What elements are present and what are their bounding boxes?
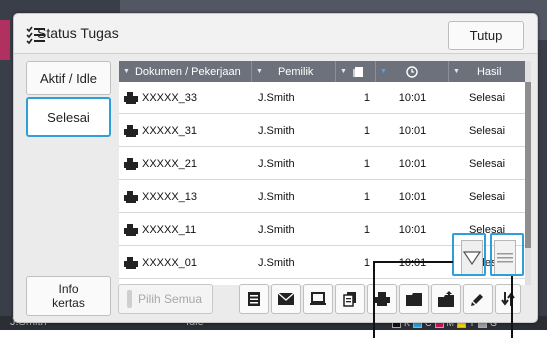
owner-cell: J.Smith [258,125,295,137]
table-header: ▼ Dokumen / Pekerjaan ▼ Pemilik ▼ ▼ ▼ Hasil [119,61,525,82]
cell-document: XXXXX_01 [119,247,252,279]
list-callout-line [511,276,513,338]
copies-cell: 1 [363,125,370,137]
sort-caret-icon: ▼ [123,68,130,75]
copies-cell: 1 [363,191,370,203]
cell-document: XXXXX_21 [119,148,252,180]
copies-cell: 1 [363,158,370,170]
result-cell: Selesai [468,92,506,104]
document-name: XXXXX_33 [142,92,198,104]
scroll-thumb[interactable] [525,82,531,248]
transfer-button[interactable] [495,284,521,314]
select-all-button[interactable]: Pilih Semua [118,284,213,314]
paper-info-button[interactable]: Info kertas [26,276,111,316]
copies-cell: 1 [363,257,370,269]
paper-info-line1: Info [58,282,79,296]
printer-job-icon [124,125,138,137]
owner-cell: J.Smith [258,92,295,104]
edit-icon [471,294,483,306]
select-all-label: Pilih Semua [138,292,203,306]
document-detail-icon [248,292,260,306]
col-document-label: Dokumen / Pekerjaan [134,65,241,78]
printer-job-icon [124,158,138,170]
time-cell: 10:01 [398,92,427,104]
cell-document: XXXXX_33 [119,82,252,114]
document-name: XXXXX_11 [142,224,197,236]
printer-job-icon [124,191,138,203]
cell-document: XXXXX_11 [119,214,252,246]
document-name: XXXXX_13 [142,191,198,203]
copy-stack-icon [343,292,356,307]
copies-cell: 1 [363,224,370,236]
table-row[interactable]: XXXXX_13 J.Smith 1 10:01 Selesai [119,181,525,213]
owner-cell: J.Smith [258,257,295,269]
table-scrollbar[interactable] [525,61,531,285]
background-accent [0,20,10,60]
filter-callout-connector [373,261,453,263]
cell-document: XXXXX_31 [119,115,252,147]
time-cell: 10:01 [398,191,427,203]
computer-icon [310,292,326,305]
mail-button[interactable] [271,284,301,314]
col-document[interactable]: ▼ Dokumen / Pekerjaan [119,61,252,82]
edit-button[interactable] [463,284,493,314]
cell-document: XXXXX_13 [119,181,252,213]
time-cell: 10:01 [398,125,427,137]
document-name: XXXXX_01 [142,257,198,269]
select-all-checkbox-icon [127,290,132,308]
result-cell: Selesai [468,158,506,170]
detail-button[interactable] [239,284,269,314]
title-bar: Status Tugas Tutup [14,14,537,54]
paper-info-text: Info kertas [52,282,85,310]
document-name: XXXXX_21 [142,158,198,170]
printer-job-icon [124,224,138,236]
folder-button[interactable] [399,284,429,314]
filter-callout-highlight [452,233,486,276]
printer-job-icon [124,92,138,104]
folder-icon [406,292,422,306]
sort-caret-icon: ▼ [340,68,347,75]
col-copies[interactable]: ▼ [336,61,376,82]
time-cell: 10:01 [398,158,427,170]
print-button[interactable] [367,284,397,314]
paper-info-line2: kertas [52,296,85,310]
printer-icon [374,292,390,306]
owner-cell: J.Smith [258,158,295,170]
table-row[interactable]: XXXXX_21 J.Smith 1 10:01 Selesai [119,148,525,180]
printer-job-icon [124,257,138,269]
sort-caret-icon: ▼ [453,68,460,75]
col-time[interactable]: ▼ [376,61,449,82]
copy-stack-button[interactable] [335,284,365,314]
tab-active-idle[interactable]: Aktif / Idle [26,61,111,95]
col-result[interactable]: ▼ Hasil [449,61,525,82]
folder-upload-icon [438,291,454,307]
result-cell: Selesai [468,191,506,203]
clock-icon [406,65,418,78]
tab-completed[interactable]: Selesai [26,97,111,137]
job-status-dialog: Status Tugas Tutup Aktif / Idle Selesai … [13,13,538,323]
computer-button[interactable] [303,284,333,314]
dialog-title: Status Tugas [37,25,119,41]
copies-cell: 1 [363,92,370,104]
copies-icon [352,66,363,77]
owner-cell: J.Smith [258,224,295,236]
time-cell: 10:01 [398,257,427,269]
folder-upload-button[interactable] [431,284,461,314]
time-cell: 10:01 [398,224,427,236]
owner-cell: J.Smith [258,191,295,203]
col-owner-label: Pemilik [277,65,314,78]
table-row[interactable]: XXXXX_33 J.Smith 1 10:01 Selesai [119,82,525,114]
sort-caret-active-icon: ▼ [380,68,387,75]
document-name: XXXXX_31 [142,125,198,137]
result-cell: Selesai [468,125,506,137]
col-result-label: Hasil [476,65,502,78]
table-row[interactable]: XXXXX_31 J.Smith 1 10:01 Selesai [119,115,525,147]
col-owner[interactable]: ▼ Pemilik [252,61,336,82]
list-callout-highlight [490,233,524,276]
sort-caret-icon: ▼ [256,68,263,75]
filter-callout-line [373,262,375,338]
mail-icon [278,293,294,305]
close-button[interactable]: Tutup [448,21,524,50]
screen: J.Smith Idle K C M Y G Status Tugas Tutu… [0,0,547,338]
